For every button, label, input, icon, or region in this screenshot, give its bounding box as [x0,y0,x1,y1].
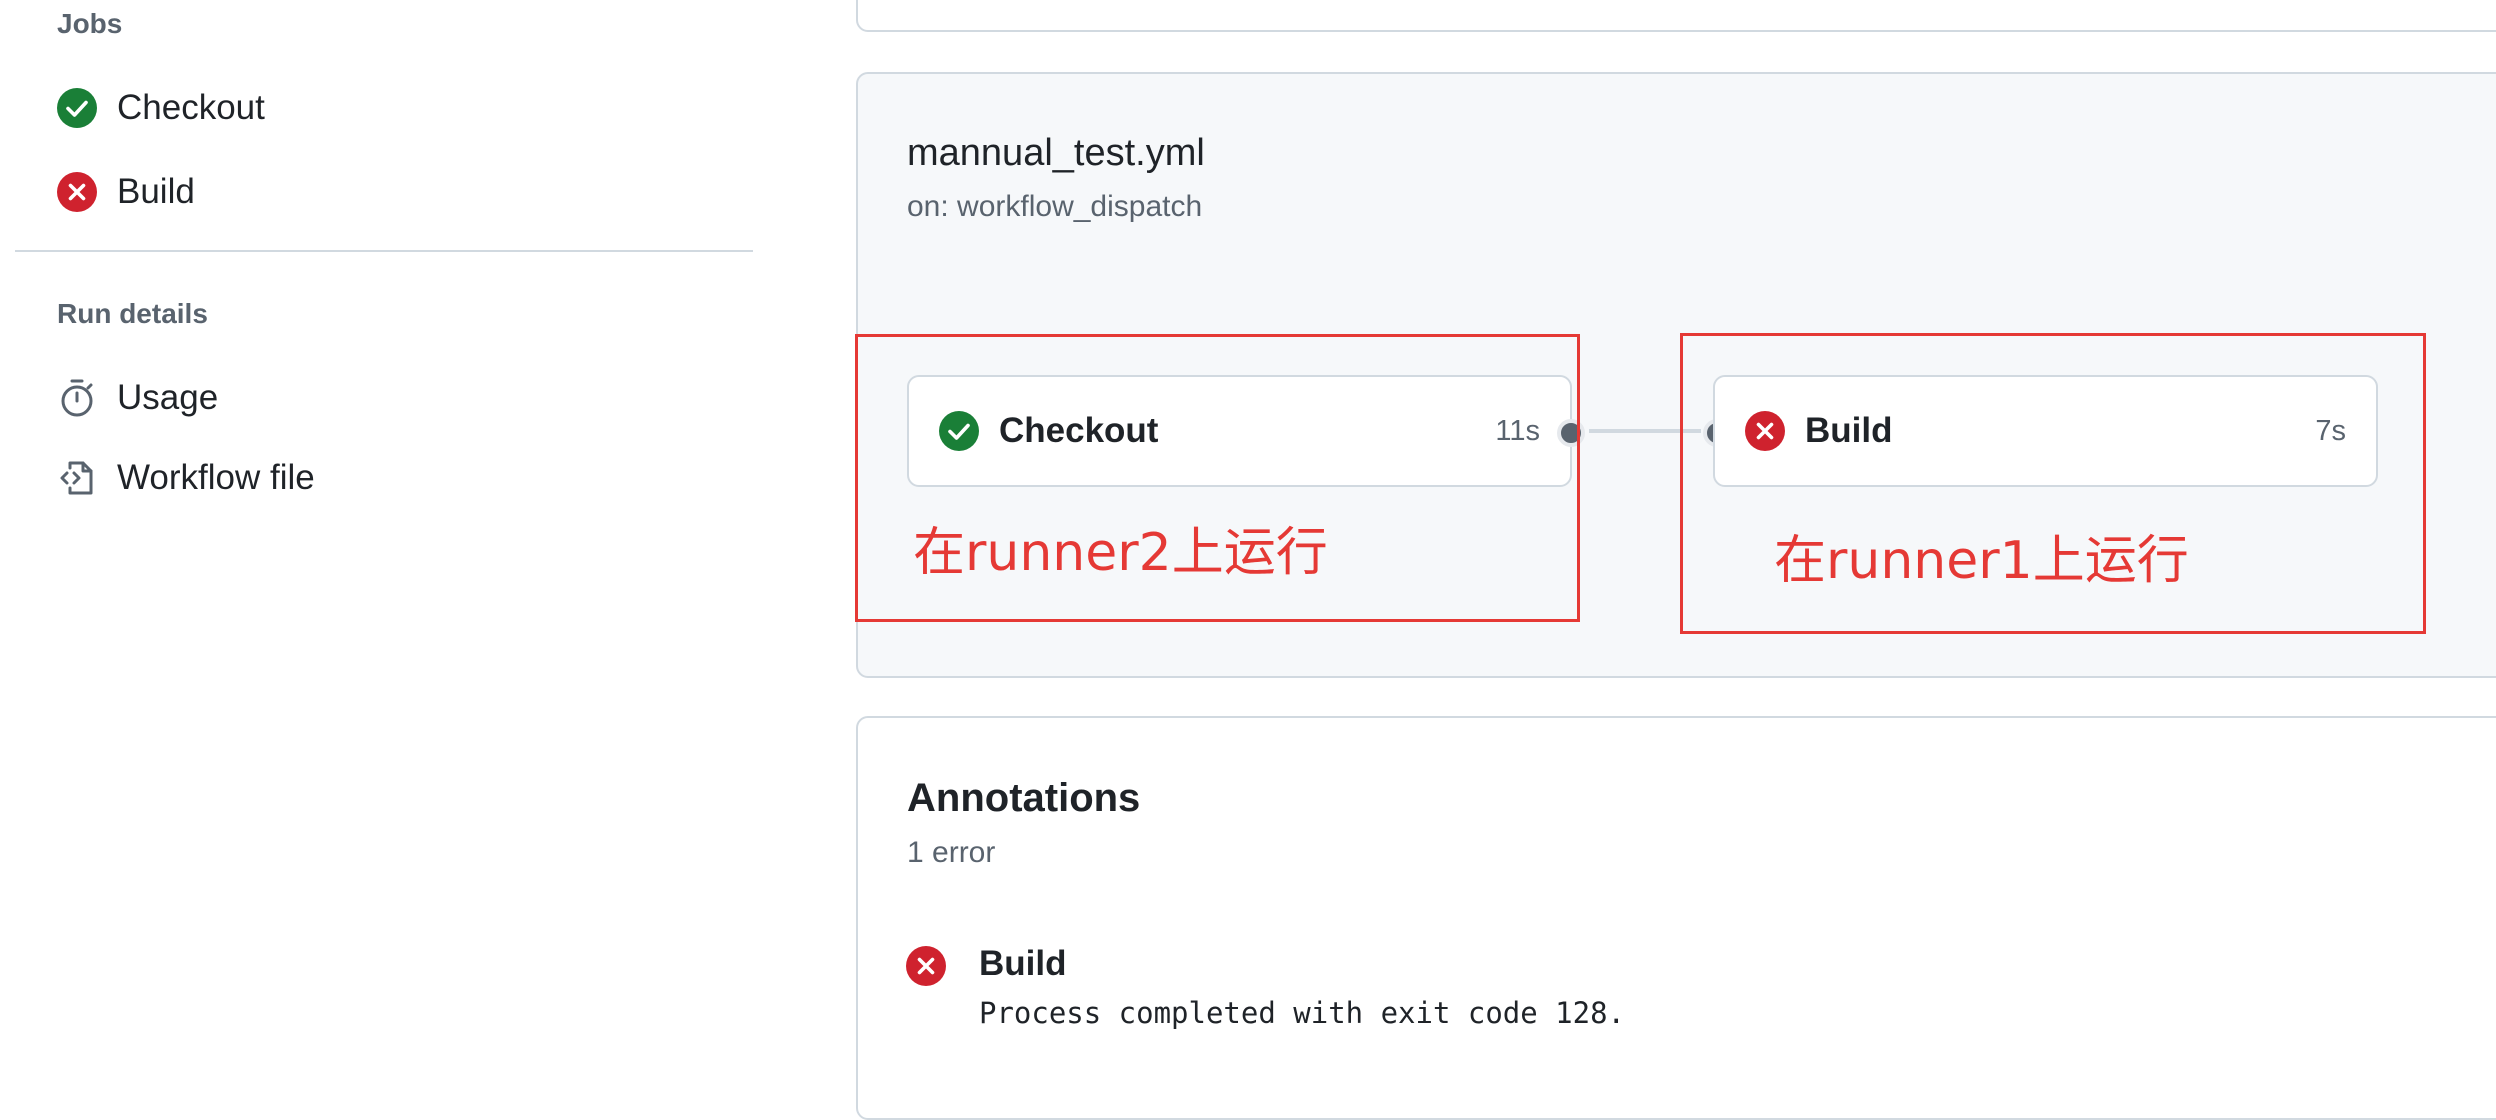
workflow-trigger: on: workflow_dispatch [907,190,1203,223]
runner-note-build: 在runner1上运行 [1774,531,2189,591]
sidebar-item-usage[interactable]: Usage [57,372,218,424]
stopwatch-icon [57,378,97,418]
sidebar-job-checkout[interactable]: Checkout [57,82,265,134]
x-circle-icon [57,172,97,212]
annotation-item-title[interactable]: Build [979,944,1066,984]
sidebar-job-label: Checkout [117,88,265,127]
sidebar-item-label: Workflow file [117,458,315,497]
annotations-title: Annotations [907,776,1141,820]
sidebar-job-build[interactable]: Build [57,166,195,218]
summary-card [856,0,2496,32]
sidebar-item-label: Usage [117,378,219,417]
workflow-file-name: mannual_test.yml [907,132,1205,174]
jobs-heading: Jobs [57,8,123,39]
sidebar-divider [15,250,753,252]
runner-note-checkout: 在runner2上运行 [913,523,1328,583]
annotations-count: 1 error [907,836,996,869]
x-circle-icon [906,946,946,986]
sidebar-item-workflow-file[interactable]: Workflow file [57,452,315,504]
check-circle-icon [57,88,97,128]
run-details-heading: Run details [57,298,208,329]
sidebar-job-label: Build [117,172,195,211]
file-code-icon [57,458,97,498]
annotation-item-message: Process completed with exit code 128. [979,996,1626,1030]
